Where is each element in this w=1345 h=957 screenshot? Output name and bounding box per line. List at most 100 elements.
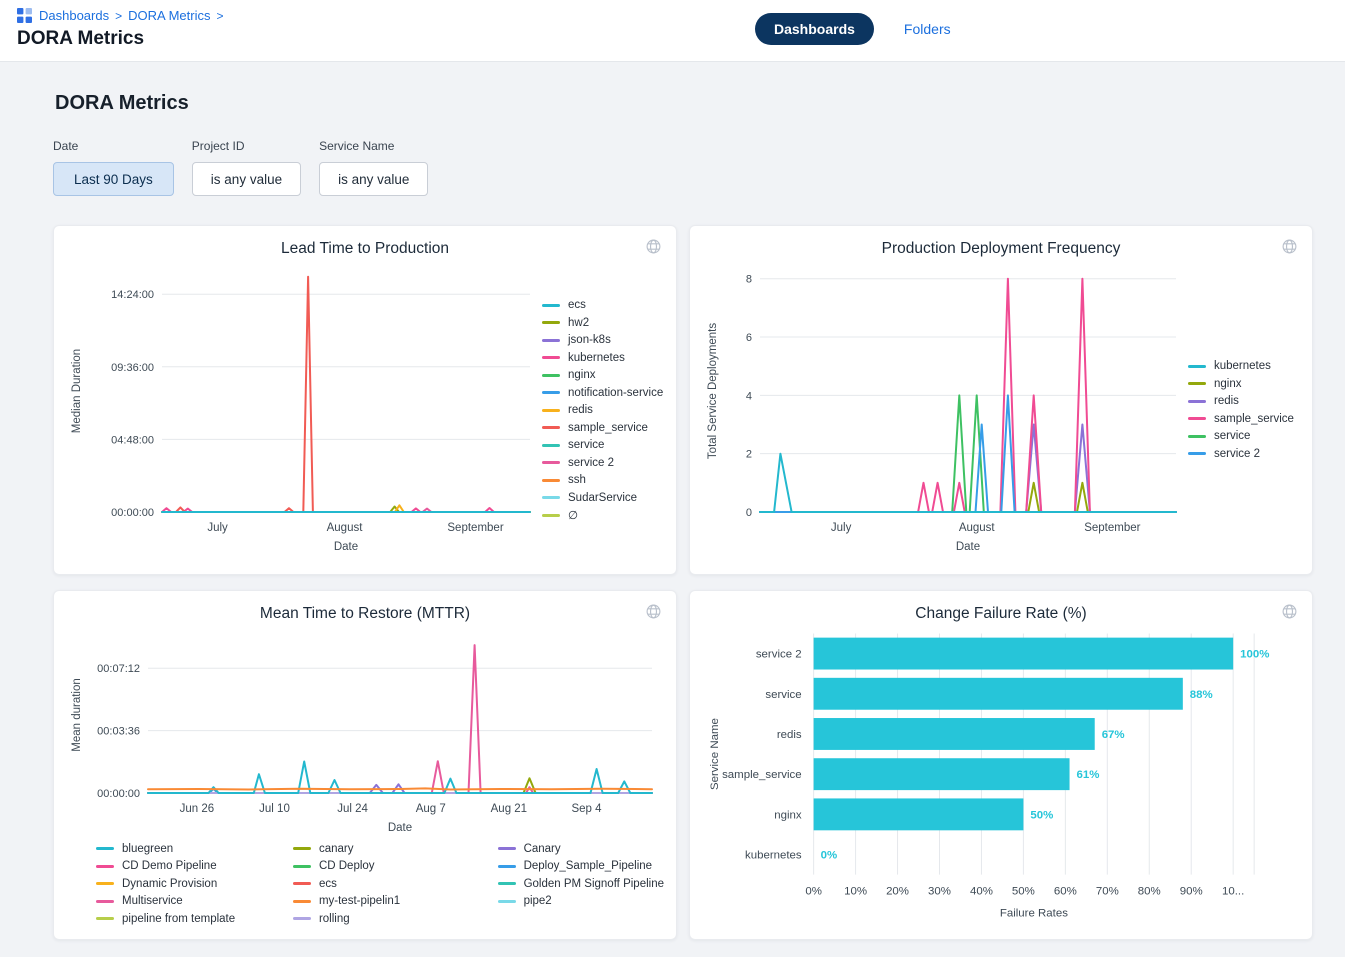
chart-title: Lead Time to Production [281, 240, 449, 257]
legend-item[interactable]: my-test-pipelin1 [293, 894, 498, 909]
legend-item[interactable]: nginx [542, 368, 663, 383]
legend-label: redis [1214, 395, 1239, 407]
svg-text:0%: 0% [821, 850, 838, 862]
legend-swatch [293, 865, 311, 868]
svg-text:6: 6 [746, 332, 752, 344]
legend-item[interactable]: redis [542, 403, 663, 418]
svg-text:00:00:00: 00:00:00 [111, 507, 154, 519]
legend-item[interactable]: json-k8s [542, 333, 663, 348]
dashboard-content: DORA Metrics DateLast 90 DaysProject IDi… [0, 92, 1345, 950]
mttr-plot[interactable]: 00:00:0000:03:3600:07:12Jun 26Jul 10Jul … [66, 627, 666, 839]
filter-project-id-button[interactable]: is any value [192, 162, 301, 196]
legend-item[interactable]: ecs [293, 876, 498, 891]
legend-item[interactable]: ssh [542, 473, 663, 488]
svg-text:2: 2 [746, 449, 752, 461]
svg-text:Mean duration: Mean duration [71, 678, 83, 752]
legend-item[interactable]: Deploy_Sample_Pipeline [498, 859, 664, 874]
legend-label: hw2 [568, 317, 589, 329]
bar-service[interactable] [814, 678, 1183, 710]
legend-item[interactable]: service 2 [542, 455, 663, 470]
legend-item[interactable]: SudarService [542, 490, 663, 505]
legend-item[interactable]: service 2 [1188, 446, 1294, 461]
breadcrumb-link[interactable]: DORA Metrics [128, 8, 210, 23]
bar-service-2[interactable] [814, 638, 1234, 670]
filter-label: Project ID [192, 139, 301, 153]
legend-item[interactable]: sample_service [1188, 411, 1294, 426]
legend-swatch [498, 847, 516, 850]
svg-text:Failure Rates: Failure Rates [1000, 908, 1068, 920]
legend-item[interactable]: notification-service [542, 385, 663, 400]
legend-label: sample_service [568, 422, 648, 434]
legend-swatch [293, 882, 311, 885]
svg-text:Jul 24: Jul 24 [337, 803, 368, 815]
svg-text:90%: 90% [1180, 886, 1203, 898]
legend-item[interactable]: CD Demo Pipeline [96, 859, 293, 874]
legend-label: kubernetes [568, 352, 625, 364]
legend-swatch [542, 479, 560, 482]
legend-swatch [96, 900, 114, 903]
legend-item[interactable]: Multiservice [96, 894, 293, 909]
legend-label: ecs [319, 878, 337, 890]
legend-item[interactable]: kubernetes [1188, 359, 1294, 374]
legend-item[interactable]: service [1188, 429, 1294, 444]
filter-label: Service Name [319, 139, 428, 153]
breadcrumb-link[interactable]: Dashboards [39, 8, 109, 23]
legend-label: CD Demo Pipeline [122, 860, 217, 872]
legend-label: canary [319, 843, 354, 855]
legend-column: Canary Deploy_Sample_Pipeline Golden PM Si… [498, 841, 664, 926]
svg-text:Total Service Deployments: Total Service Deployments [707, 323, 719, 459]
chart-title: Production Deployment Frequency [882, 240, 1121, 257]
legend-item[interactable]: redis [1188, 394, 1294, 409]
legend-item[interactable]: Golden PM Signoff Pipeline [498, 876, 664, 891]
legend-swatch [96, 865, 114, 868]
bar-nginx[interactable] [814, 798, 1024, 830]
svg-text:80%: 80% [1138, 886, 1161, 898]
legend-item[interactable]: service [542, 438, 663, 453]
tab-dashboards[interactable]: Dashboards [755, 13, 874, 45]
deployment-frequency-plot[interactable]: 02468JulyAugustSeptemberDateTotal Servic… [702, 262, 1182, 562]
svg-text:service 2: service 2 [756, 649, 802, 661]
page-title: DORA Metrics [17, 28, 1329, 50]
chart-legend: kubernetes nginx redis sample_serviceservic… [1188, 359, 1294, 462]
filter-project-id: Project ID is any value [192, 139, 301, 196]
filter-label: Date [53, 139, 174, 153]
legend-item[interactable]: bluegreen [96, 841, 293, 856]
svg-text:service: service [765, 689, 801, 701]
change-failure-rate-chart: 0%10%20%30%40%50%60%70%80%90%10...100%se… [702, 627, 1300, 927]
legend-item[interactable]: pipe2 [498, 894, 664, 909]
svg-text:September: September [1084, 522, 1140, 534]
legend-item[interactable]: ∅ [542, 508, 663, 523]
change-failure-rate-plot[interactable]: 0%10%20%30%40%50%60%70%80%90%10...100%se… [702, 627, 1300, 927]
lead-time-plot[interactable]: 00:00:0004:48:0009:36:0014:24:00JulyAugu… [66, 262, 536, 562]
legend-item[interactable]: rolling [293, 911, 498, 926]
legend-label: nginx [568, 369, 596, 381]
legend-swatch [498, 865, 516, 868]
legend-item[interactable]: sample_service [542, 420, 663, 435]
legend-item[interactable]: hw2 [542, 315, 663, 330]
svg-text:00:03:36: 00:03:36 [97, 726, 140, 738]
legend-item[interactable]: kubernetes [542, 350, 663, 365]
svg-text:Aug 21: Aug 21 [491, 803, 527, 815]
legend-label: pipeline from template [122, 913, 235, 925]
svg-text:September: September [447, 522, 503, 534]
bar-redis[interactable] [814, 718, 1095, 750]
bar-sample_service[interactable] [814, 758, 1070, 790]
tab-folders[interactable]: Folders [904, 21, 951, 37]
filter-service-name-button[interactable]: is any value [319, 162, 428, 196]
legend-swatch [1188, 417, 1206, 420]
chart-card-mttr: Mean Time to Restore (MTTR) 00:00:0000:0… [53, 590, 677, 940]
legend-label: Canary [524, 843, 561, 855]
mttr-chart: 00:00:0000:03:3600:07:12Jun 26Jul 10Jul … [66, 627, 664, 926]
legend-item[interactable]: nginx [1188, 376, 1294, 391]
svg-text:July: July [207, 522, 228, 534]
legend-item[interactable]: Canary [498, 841, 664, 856]
legend-item[interactable]: CD Deploy [293, 859, 498, 874]
legend-item[interactable]: ecs [542, 298, 663, 313]
svg-text:nginx: nginx [774, 809, 802, 821]
legend-item[interactable]: pipeline from template [96, 911, 293, 926]
legend-item[interactable]: canary [293, 841, 498, 856]
chart-grid: Lead Time to Production 00:00:0004:48:00… [53, 225, 1313, 940]
legend-item[interactable]: Dynamic Provision [96, 876, 293, 891]
legend-swatch [542, 304, 560, 307]
filter-date-button[interactable]: Last 90 Days [53, 162, 174, 196]
